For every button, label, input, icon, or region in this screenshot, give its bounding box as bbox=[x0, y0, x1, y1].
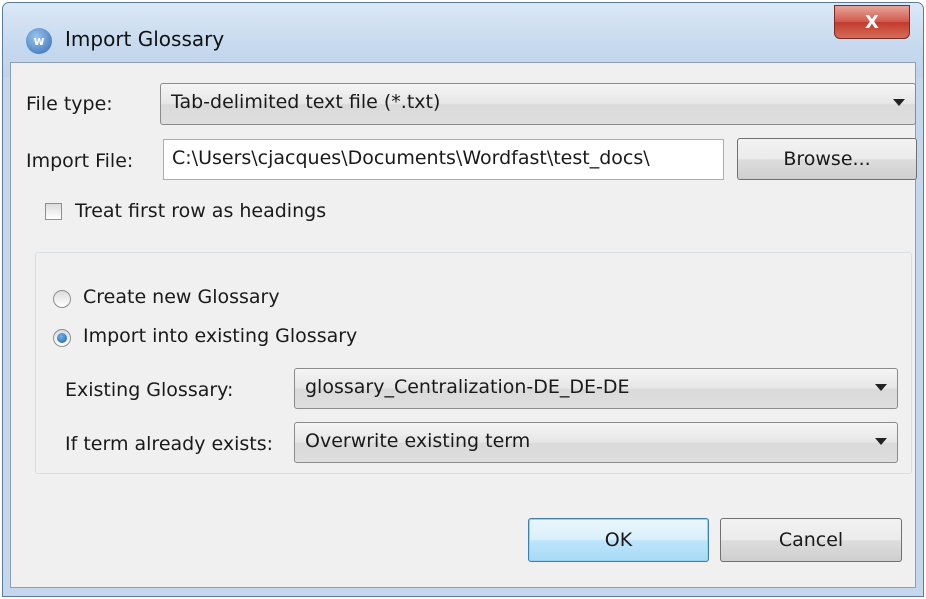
existing-glossary-select[interactable]: glossary_Centralization-DE_DE-DE bbox=[294, 368, 898, 409]
import-glossary-dialog: w Import Glossary X File type: Tab-delim… bbox=[2, 2, 924, 597]
cancel-button[interactable]: Cancel bbox=[720, 518, 902, 562]
treat-first-row-label[interactable]: Treat first row as headings bbox=[75, 200, 326, 222]
file-type-label: File type: bbox=[26, 93, 113, 115]
chevron-down-icon bbox=[893, 99, 905, 106]
existing-glossary-value: glossary_Centralization-DE_DE-DE bbox=[305, 376, 630, 398]
import-file-label: Import File: bbox=[26, 150, 134, 172]
file-type-value: Tab-delimited text file (*.txt) bbox=[171, 91, 441, 113]
term-exists-label: If term already exists: bbox=[65, 433, 274, 455]
ok-button[interactable]: OK bbox=[528, 518, 709, 562]
chevron-down-icon bbox=[875, 384, 887, 391]
browse-button[interactable]: Browse... bbox=[737, 138, 917, 180]
file-type-select[interactable]: Tab-delimited text file (*.txt) bbox=[160, 83, 916, 125]
import-existing-radio[interactable] bbox=[53, 329, 71, 347]
import-file-path: C:\Users\cjacques\Documents\Wordfast\tes… bbox=[172, 147, 650, 169]
treat-first-row-checkbox[interactable] bbox=[45, 203, 62, 220]
dialog-title: Import Glossary bbox=[65, 27, 225, 51]
import-file-input[interactable]: C:\Users\cjacques\Documents\Wordfast\tes… bbox=[163, 139, 724, 180]
dialog-body: File type: Tab-delimited text file (*.tx… bbox=[10, 62, 917, 588]
close-icon: X bbox=[865, 11, 879, 33]
chevron-down-icon bbox=[875, 438, 887, 445]
create-new-radio[interactable] bbox=[53, 290, 71, 308]
import-existing-label[interactable]: Import into existing Glossary bbox=[83, 325, 357, 347]
create-new-label[interactable]: Create new Glossary bbox=[83, 286, 280, 308]
glossary-options-group: Create new Glossary Import into existing… bbox=[35, 252, 912, 474]
app-icon: w bbox=[26, 28, 52, 54]
term-exists-select[interactable]: Overwrite existing term bbox=[294, 422, 898, 463]
close-button[interactable]: X bbox=[834, 5, 910, 39]
existing-glossary-label: Existing Glossary: bbox=[65, 379, 234, 401]
term-exists-value: Overwrite existing term bbox=[305, 430, 531, 452]
